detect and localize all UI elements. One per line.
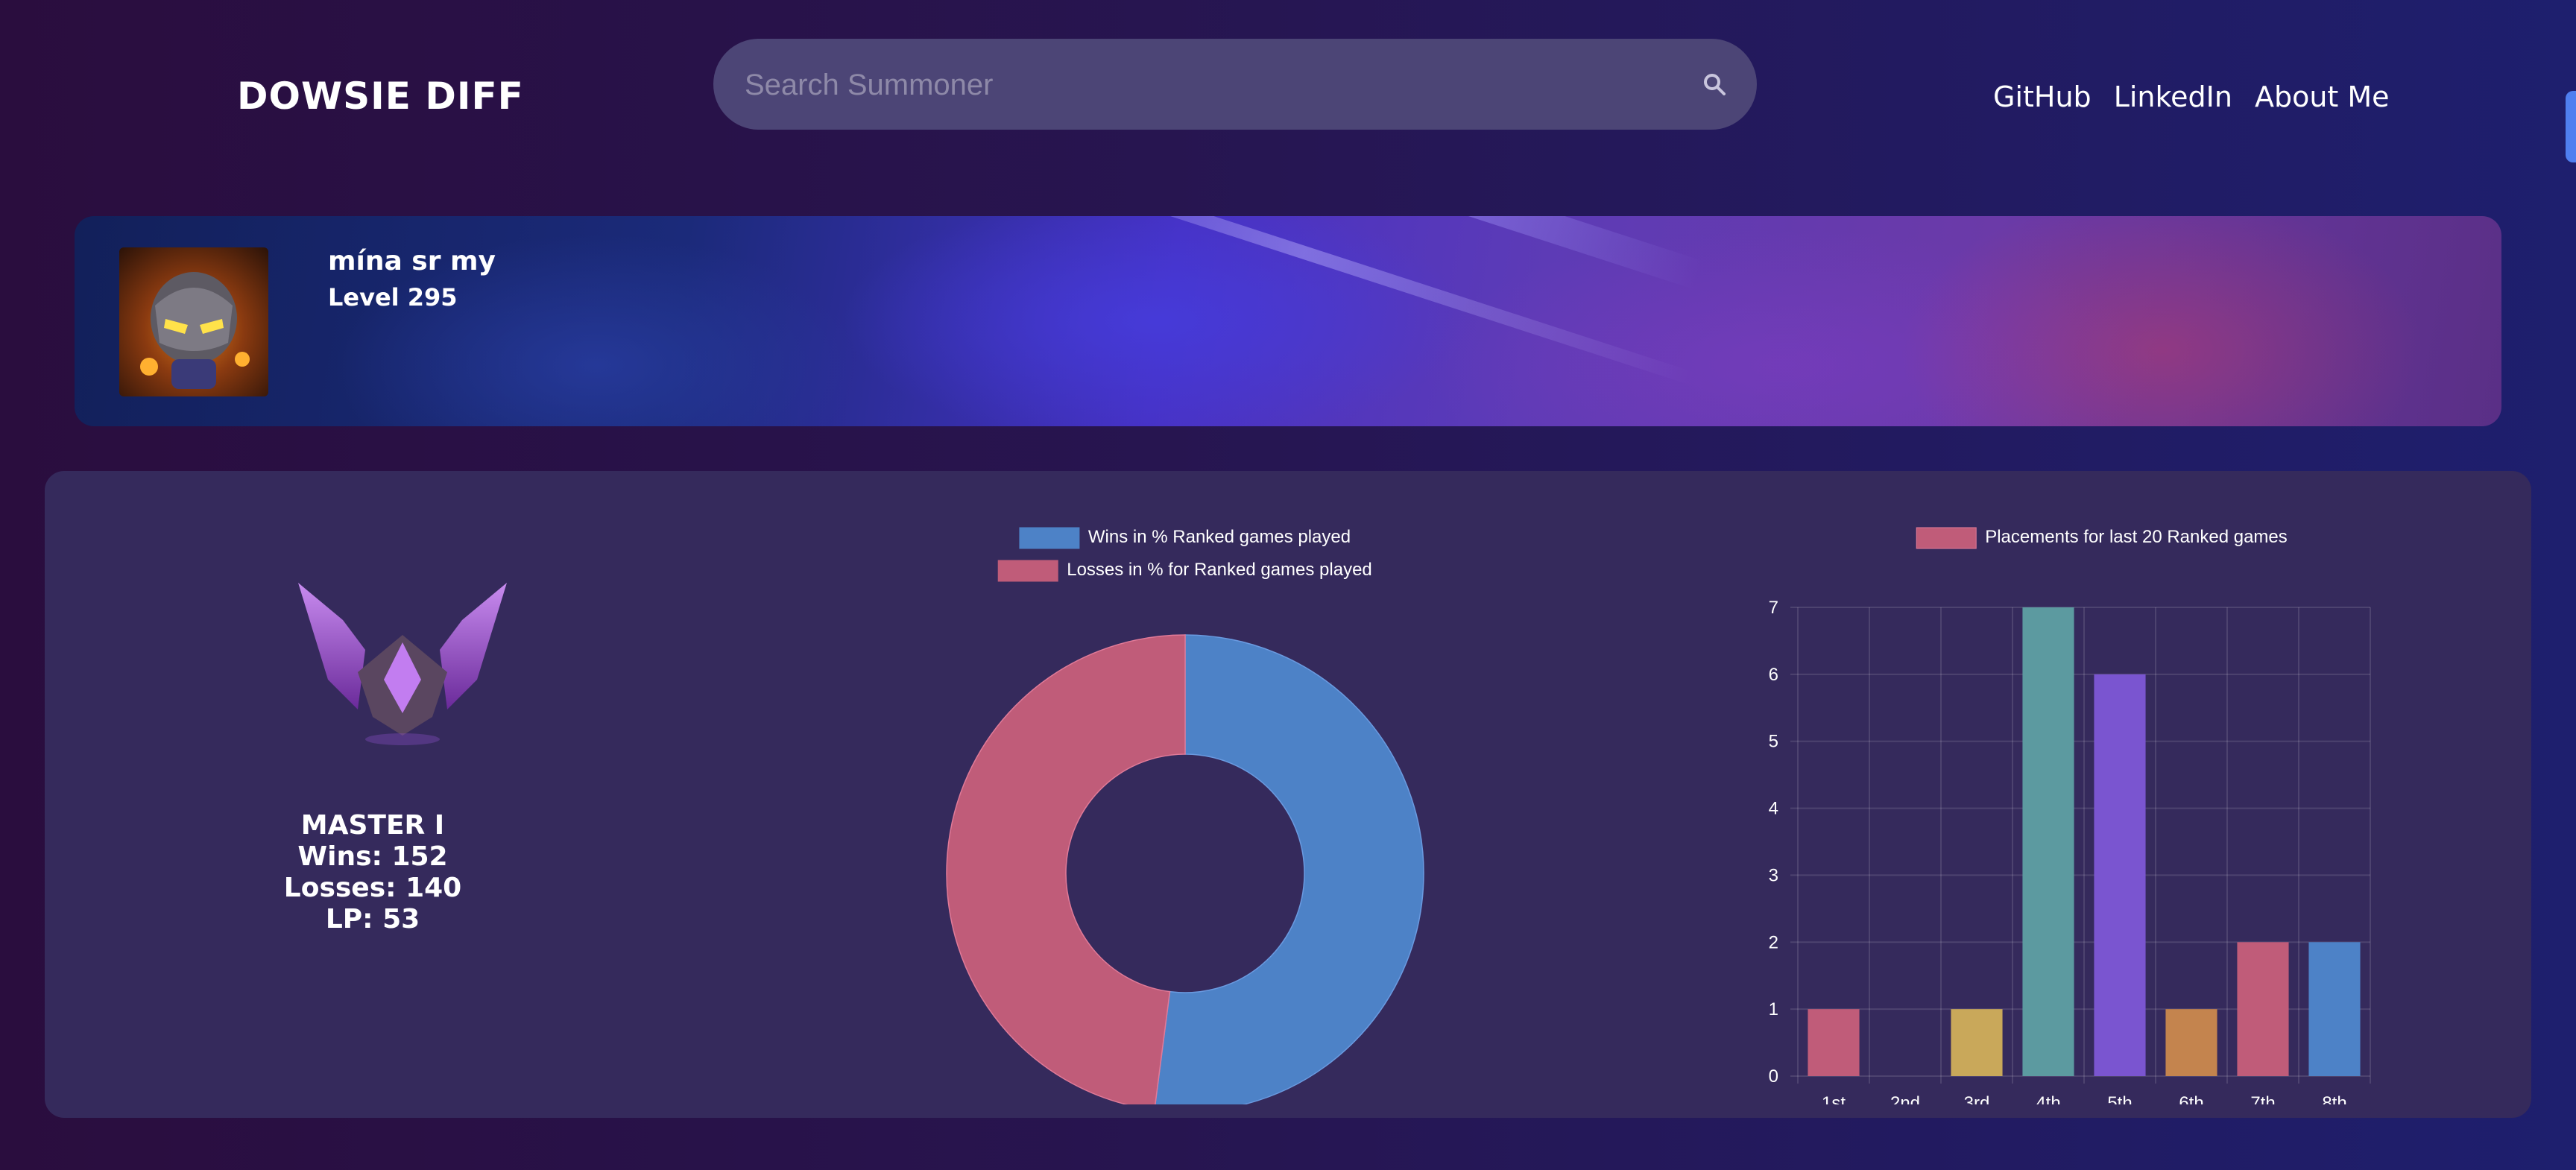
bar-8th <box>2308 942 2361 1076</box>
bar-6th <box>2165 1009 2217 1076</box>
placements-bar-chart: Placements for last 20 Ranked games 0 1 2 3 4… <box>1769 527 2371 1104</box>
win-loss-doughnut-chart: Wins in % Ranked games played Losses in %… <box>946 527 1424 1104</box>
nav-link-github[interactable]: GitHub <box>1993 80 2092 113</box>
x-tick-label: 2nd <box>1890 1093 1920 1104</box>
bar-7th <box>2237 942 2289 1076</box>
x-tick-label: 3rd <box>1964 1093 1990 1104</box>
x-tick-label: 6th <box>2179 1093 2203 1104</box>
app-logo-title[interactable]: DOWSIE DIFF <box>237 75 524 118</box>
y-tick-label: 5 <box>1769 732 1778 752</box>
x-tick-label: 5th <box>2107 1093 2132 1104</box>
y-tick-label: 1 <box>1769 999 1778 1019</box>
search-bar[interactable] <box>713 39 1757 131</box>
nav-link-about-me[interactable]: About Me <box>2255 80 2390 113</box>
x-tick-label: 7th <box>2250 1093 2275 1104</box>
side-edge-tab[interactable] <box>2566 91 2576 162</box>
summoner-name: mína sr my <box>328 246 496 276</box>
doughnut-slice-losses <box>946 634 1186 1104</box>
rank-lp: LP: 53 <box>325 904 420 935</box>
bar-4th <box>2022 607 2074 1076</box>
bar-5th <box>2094 674 2146 1076</box>
y-tick-label: 3 <box>1769 865 1778 885</box>
legend-swatch <box>1916 527 1977 549</box>
y-tick-label: 6 <box>1769 665 1778 685</box>
legend-label: Losses in % for Ranked games played <box>1067 560 1372 580</box>
avatar <box>119 247 268 396</box>
top-nav: GitHub LinkedIn About Me <box>1993 80 2390 113</box>
rank-losses: Losses: 140 <box>283 873 462 903</box>
nav-link-linkedin[interactable]: LinkedIn <box>2114 80 2232 113</box>
profile-banner: mína sr my Level 295 <box>75 216 2501 426</box>
bar-1st <box>1808 1009 1860 1076</box>
legend-label: Wins in % Ranked games played <box>1088 527 1351 547</box>
y-tick-label: 0 <box>1769 1066 1778 1087</box>
legend-label: Placements for last 20 Ranked games <box>1985 527 2288 547</box>
rank-wins: Wins: 152 <box>297 841 448 872</box>
ranked-stats-panel: MASTER I Wins: 152 Losses: 140 LP: 53 Wi… <box>45 471 2531 1118</box>
search-icon[interactable] <box>1702 72 1727 97</box>
y-tick-label: 4 <box>1769 799 1778 819</box>
master-rank-emblem-icon <box>298 583 507 745</box>
search-input[interactable] <box>743 39 1655 131</box>
summoner-level: Level 295 <box>328 283 458 312</box>
bar-3rd <box>1951 1009 2003 1076</box>
x-tick-label: 8th <box>2322 1093 2346 1104</box>
rank-summary: MASTER I Wins: 152 Losses: 140 LP: 53 <box>194 810 552 935</box>
legend-swatch <box>1019 527 1080 549</box>
x-tick-label: 4th <box>2036 1093 2060 1104</box>
x-tick-label: 1st <box>1822 1093 1846 1104</box>
avatar-icon <box>140 272 250 389</box>
rank-tier: MASTER I <box>300 810 445 841</box>
legend-swatch <box>997 560 1058 582</box>
y-tick-label: 7 <box>1769 598 1778 618</box>
y-tick-label: 2 <box>1769 932 1778 952</box>
doughnut-slice-wins <box>1155 634 1424 1104</box>
